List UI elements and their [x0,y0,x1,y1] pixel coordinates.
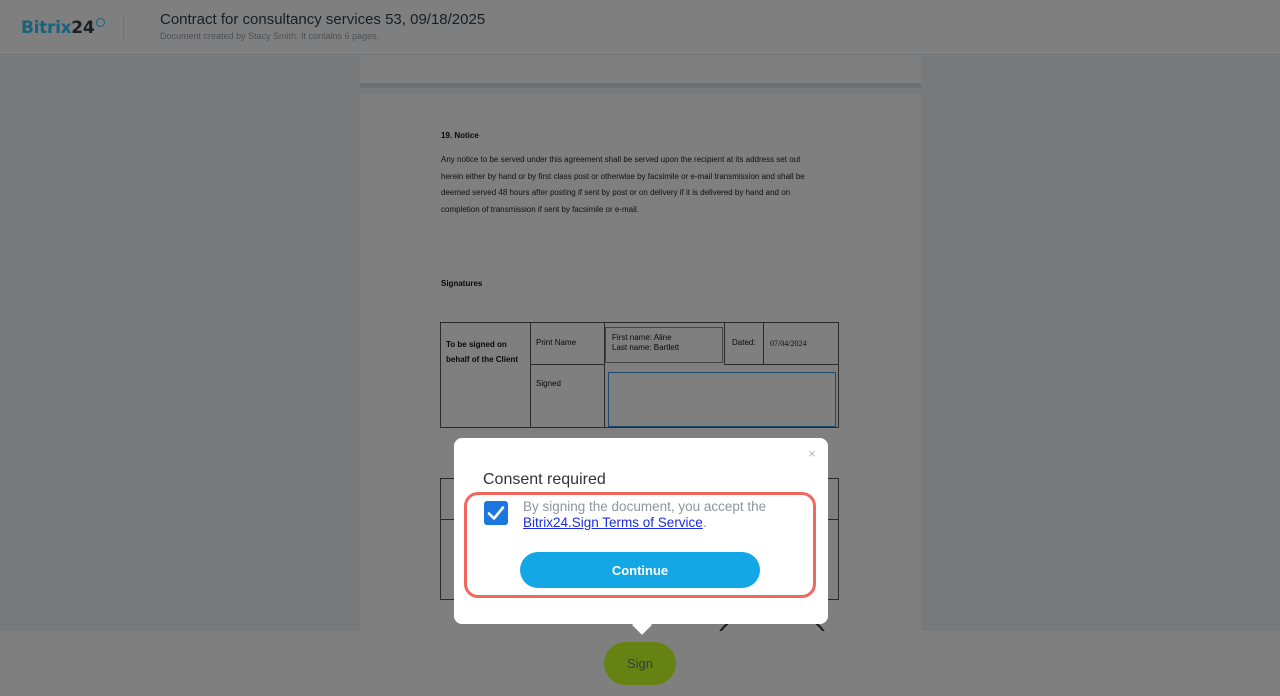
close-icon[interactable]: × [805,447,819,461]
consent-text: By signing the document, you accept the … [523,499,803,531]
consent-suffix: . [702,515,707,530]
consent-checkbox[interactable] [484,501,508,525]
sign-button[interactable] [604,642,676,685]
checkmark-icon [487,506,505,520]
consent-text-main: By signing the document, you accept the [523,499,767,514]
consent-popup: × Consent required By signing the docume… [454,438,828,624]
terms-of-service-link[interactable]: Bitrix24.Sign Terms of Service [523,515,703,530]
popup-title: Consent required [483,471,606,488]
continue-button[interactable]: Continue [520,552,760,588]
